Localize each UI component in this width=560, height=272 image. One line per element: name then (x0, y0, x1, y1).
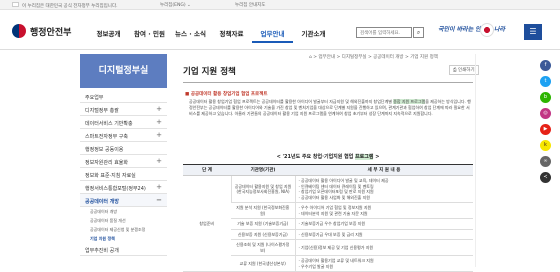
sidebar-item-label: 주요업무 (85, 95, 104, 101)
logo[interactable]: 행정안전부 (12, 24, 71, 38)
sidebar-item-label: 정보화 표준·지침 자료실 (85, 173, 136, 179)
table-cell-detail: · 공공데이터 활용기업 교류 및 네트워크 지원 · 우수기업 발굴 지원 (294, 255, 473, 272)
intro-paragraph: 공공데이터 활용 창업기업 협업 프로젝트는 공공데이터를 활용한 아이디어 발… (189, 99, 471, 116)
sidebar-item-label: 정보자원관리 효율화 (85, 160, 128, 166)
share-icon[interactable]: ≺ (540, 172, 551, 183)
plus-icon[interactable]: + (156, 105, 162, 113)
sidebar-item[interactable]: 업무추진비 공개 (80, 243, 167, 256)
table-cell-detail: · 공공데이터 활용 아이디어 발굴 및 교육, 데이터 제공 · 인큐베이팅 … (294, 175, 473, 203)
sidebar-item[interactable]: 디지털정부 총괄 + (80, 103, 167, 116)
table-cell-org: 기술 보증 지원 (기술보증기금) (231, 218, 295, 230)
sidebar: 디지털정부실 주요업무 디지털정부 총괄 + 데이터서비스 기반확충 + 스마트전자… (80, 54, 167, 256)
sidebar-subitem[interactable]: 공공데이터 제공신청 및 분쟁조정 (80, 225, 167, 234)
header: 행정안전부 정보공개 참여 · 민원 뉴스 · 소식 정책자료 업무안내 기관소… (0, 10, 560, 50)
table-cell-org: 신용보증 지원 (신용보증기금) (231, 229, 295, 240)
table-cell-detail: · 우수 아이디어 기업 협업 및 정보지원 지원 · 데이터분석 지원 및 관… (294, 202, 473, 219)
sidebar-item[interactable]: 행정서비스통합포털(정부24) + (80, 181, 167, 194)
hamburger-icon[interactable]: ☰ (524, 24, 542, 40)
logo-text: 행정안전부 (30, 27, 72, 38)
sidebar-subitem[interactable]: 공공데이터 개방 (80, 207, 167, 216)
link-icon[interactable]: ∞ (540, 156, 551, 167)
sns-share-bar: f t b ◎ ▶ k ∞ ≺ (540, 60, 552, 188)
sidebar-item-label: 데이터서비스 기반확충 (85, 121, 133, 127)
gnb-item-policy[interactable]: 정책자료 (211, 28, 252, 43)
minus-icon[interactable]: − (156, 196, 162, 204)
gnb-item-work[interactable]: 업무안내 (252, 28, 293, 43)
plus-icon[interactable]: + (156, 118, 162, 126)
global-nav: 정보공개 참여 · 민원 뉴스 · 소식 정책자료 업무안내 기관소개 (88, 28, 334, 43)
table-cell-org: 공공데이터 활용지원 및 창업 지원 (한국지능정보사회진흥원, NIA) (230, 175, 295, 203)
youtube-icon[interactable]: ▶ (540, 124, 551, 135)
search-input[interactable]: 검색어를 입력하세요. (356, 27, 412, 38)
sidebar-title: 디지털정부실 (80, 54, 167, 88)
title-divider (183, 82, 473, 83)
sidebar-item[interactable]: 정보자원관리 효율화 + (80, 155, 167, 168)
support-table: 단 계 기관명(기관) 세 부 지 원 내 용 창업준비 공공데이터 활용지원 … (183, 164, 473, 272)
gnb-item-about[interactable]: 기관소개 (293, 28, 334, 43)
search-icon[interactable]: ⌕ (413, 27, 424, 38)
plus-icon[interactable]: + (156, 131, 162, 139)
sidebar-item[interactable]: 정보화 표준·지침 자료실 (80, 168, 167, 181)
kakao-icon[interactable]: k (540, 140, 551, 151)
twitter-icon[interactable]: t (540, 76, 551, 87)
divider (475, 54, 476, 267)
sidebar-item-label: 업무추진비 공개 (85, 248, 119, 254)
motto: 국민이 바라는 안전한 나라 (438, 26, 505, 33)
sidebar-item[interactable]: 스마트전자정부 구축 + (80, 129, 167, 142)
table-header: 기관명(기관) (231, 164, 295, 176)
top-utility-bar: 이 누리집은 대한민국 공식 전자정부 누리집입니다. 누리집(ENG) ⌄ 누… (0, 0, 560, 10)
sidebar-item-label: 행정정보 공동이용 (85, 147, 124, 153)
sidebar-item-label: 공공데이터 개방 (85, 199, 119, 205)
table-caption: < '21년도 주요 창업·기업지원 협업 프로그램 > (276, 154, 380, 160)
table-row: 창업준비 공공데이터 활용지원 및 창업 지원 (한국지능정보사회진흥원, NI… (183, 175, 473, 272)
table-cell-org: 지원 분석 지원 (한국정보화진흥원) (231, 202, 295, 219)
gov-emblem-icon (12, 24, 26, 38)
instagram-icon[interactable]: ◎ (540, 108, 551, 119)
section-heading: ■ 공공데이터 활용 창업기업 협업 프로젝트 (185, 92, 268, 97)
sidebar-subitem-current[interactable]: 기업 지원 정책 (80, 234, 167, 243)
korea-flag-icon (12, 2, 19, 7)
gnb-item-participation[interactable]: 참여 · 민원 (129, 28, 170, 43)
gnb-item-info[interactable]: 정보공개 (88, 28, 129, 43)
facebook-icon[interactable]: f (540, 60, 551, 71)
language-select[interactable]: 누리집(ENG) ⌄ (160, 2, 191, 8)
sitemap-link[interactable]: 누리집 안내지도 (235, 2, 265, 8)
sidebar-item[interactable]: 데이터서비스 기반확충 + (80, 116, 167, 129)
section-heading-text: 공공데이터 활용 창업기업 협업 프로젝트 (190, 92, 268, 97)
table-cell-stage: 창업준비 (183, 175, 231, 272)
breadcrumb[interactable]: ⌂ > 업무안내 > 디지털정부실 > 공공데이터 개방 > 기업 지원 정책 (309, 54, 438, 60)
gov-notice: 이 누리집은 대한민국 공식 전자정부 누리집입니다. (22, 4, 118, 9)
sidebar-item-label: 스마트전자정부 구축 (85, 134, 128, 140)
sidebar-item[interactable]: 행정정보 공동이용 (80, 142, 167, 155)
table-cell-org: 신용조회 및 지원 (나이스평가정보) (231, 239, 295, 256)
blog-icon[interactable]: b (540, 92, 551, 103)
sidebar-item-label: 행정서비스통합포털(정부24) (85, 186, 146, 192)
table-cell-detail: · 기업(신용)정보 제공 및 기업 신용평가 지원 (294, 239, 473, 256)
plus-icon[interactable]: + (156, 183, 162, 191)
table-header: 단 계 (183, 164, 231, 176)
table-header: 세 부 지 원 내 용 (295, 164, 473, 176)
sidebar-item-open-data[interactable]: 공공데이터 개방 − (80, 194, 167, 207)
taeguk-icon (480, 23, 494, 37)
page-title: 기업 지원 정책 (183, 67, 236, 77)
sidebar-item[interactable]: 주요업무 (80, 90, 167, 103)
gnb-item-news[interactable]: 뉴스 · 소식 (170, 28, 211, 43)
table-cell-org: 교류 지원 (한국생산성본부) (231, 255, 295, 272)
sidebar-item-label: 디지털정부 총괄 (85, 108, 119, 114)
sidebar-subitem[interactable]: 공공데이터 품질 개선 (80, 216, 167, 225)
table-cell-detail: · 신용보증기금 우대 보증 및 금리 지원 (294, 229, 473, 240)
plus-icon[interactable]: + (156, 157, 162, 165)
table-cell-detail: · 기술보증기금 우수 창업기업 보증 지원 (294, 218, 473, 230)
